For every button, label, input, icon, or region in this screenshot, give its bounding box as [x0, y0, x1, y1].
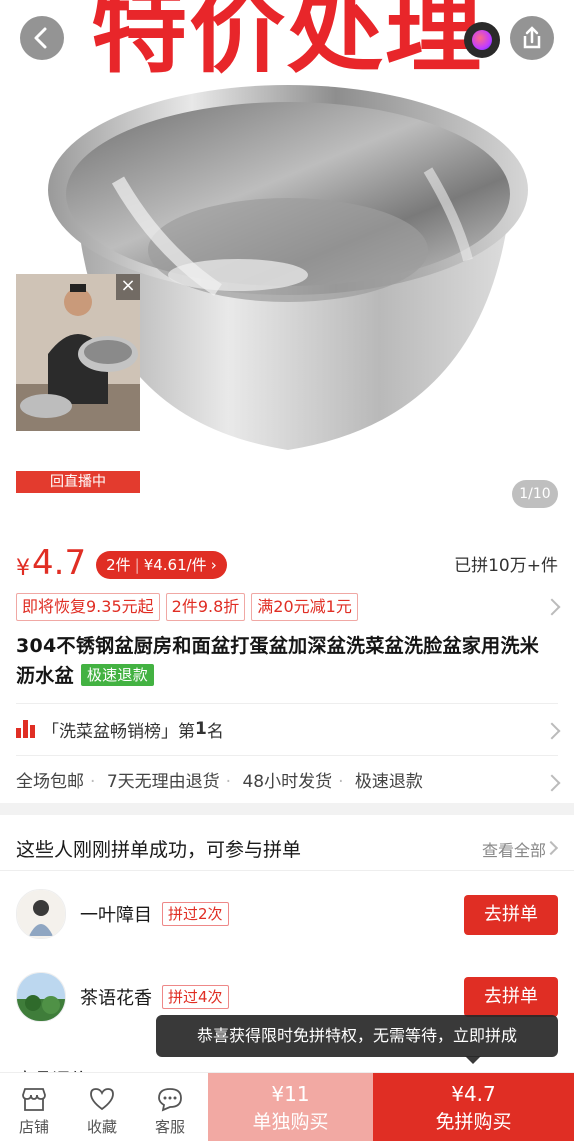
ranking-number: 1	[195, 719, 207, 739]
multi-buy-price: ¥4.61/件	[143, 556, 207, 574]
divider	[16, 755, 558, 756]
avatar	[16, 972, 66, 1022]
buy-alone-button[interactable]: ¥11 单独购买	[208, 1073, 373, 1141]
group-price: ¥4.7	[451, 1082, 496, 1106]
image-counter: 1/10	[512, 480, 558, 508]
chevron-right-icon[interactable]	[543, 840, 559, 856]
view-all-link[interactable]: 查看全部	[482, 837, 546, 861]
live-stream-preview[interactable]: ×	[16, 274, 140, 431]
service-item: 7天无理由退货	[106, 772, 220, 792]
share-icon	[523, 26, 541, 49]
service-guarantees-row[interactable]: 全场包邮 · 7天无理由退货 · 48小时发货 · 极速退款	[16, 767, 423, 792]
chevron-right-icon: ›	[210, 556, 217, 574]
favorite-button[interactable]: 收藏	[68, 1073, 136, 1141]
share-button[interactable]	[510, 16, 554, 60]
join-count-badge: 拼过2次	[162, 902, 229, 926]
close-preview-button[interactable]: ×	[116, 274, 140, 300]
favorite-label: 收藏	[86, 1118, 117, 1136]
store-button[interactable]: 店铺	[0, 1073, 68, 1141]
solo-label: 单独购买	[252, 1111, 329, 1133]
back-button[interactable]	[20, 16, 64, 60]
join-group-button[interactable]: 去拼单	[464, 895, 558, 935]
divider	[16, 703, 558, 704]
join-count-badge: 拼过4次	[162, 985, 229, 1009]
ranking-suffix: 名	[206, 721, 224, 742]
multi-buy-pill[interactable]: 2件 | ¥4.61/件 ›	[96, 551, 227, 579]
product-info-section: ¥ 4.7 2件 | ¥4.61/件 › 已拼10万+件 即将恢复9.35元起 …	[0, 525, 574, 803]
promo-tags[interactable]: 即将恢复9.35元起 2件9.8折 满20元减1元	[16, 593, 358, 621]
group-buy-heading: 这些人刚刚拼单成功，可参与拼单	[16, 839, 302, 861]
join-group-button[interactable]: 去拼单	[464, 977, 558, 1017]
multi-buy-count: 2件	[106, 556, 131, 574]
toast-pointer	[465, 1056, 481, 1064]
live-status-badge: 回直播中	[16, 471, 140, 493]
store-icon	[22, 1088, 46, 1111]
service-item: 全场包邮	[16, 772, 84, 792]
assistant-orb-icon	[472, 30, 492, 50]
chevron-right-icon[interactable]	[543, 774, 561, 792]
customer-service-button[interactable]: 客服	[136, 1073, 204, 1141]
chevron-right-icon[interactable]	[543, 722, 561, 740]
ranking-chart-icon	[16, 720, 36, 738]
chevron-left-icon	[34, 27, 47, 49]
chevron-right-icon[interactable]	[543, 598, 561, 616]
heart-icon	[90, 1088, 114, 1111]
promo-tag: 即将恢复9.35元起	[16, 593, 160, 621]
promo-toast: 恭喜获得限时免拼特权，无需等待，立即拼成	[156, 1015, 558, 1057]
promo-tag: 2件9.8折	[165, 593, 246, 621]
pill-separator: |	[134, 556, 140, 574]
member-name: 茶语花香	[80, 988, 152, 1009]
customer-service-label: 客服	[154, 1118, 185, 1136]
member-name: 一叶障目	[80, 905, 152, 926]
price-row: ¥ 4.7 2件 | ¥4.61/件 ›	[16, 543, 227, 583]
group-member-row: 一叶障目 拼过2次	[16, 886, 229, 942]
group-buy-button[interactable]: ¥4.7 免拼购买	[373, 1073, 574, 1141]
speed-refund-tag: 极速退款	[80, 664, 155, 686]
divider	[0, 870, 574, 871]
ranking-prefix: 「洗菜盆畅销榜」第	[42, 721, 195, 742]
ai-assistant-button[interactable]	[464, 22, 500, 58]
product-title: 304不锈钢盆厨房和面盆打蛋盆加深盆洗菜盆洗脸盆家用洗米沥水盆 极速退款	[16, 631, 556, 691]
store-label: 店铺	[18, 1118, 49, 1136]
group-label: 免拼购买	[435, 1111, 512, 1133]
ranking-row[interactable]: 「洗菜盆畅销榜」第 1 名	[16, 713, 224, 745]
avatar	[16, 889, 66, 939]
currency-symbol: ¥	[16, 556, 30, 581]
solo-price: ¥11	[271, 1082, 310, 1106]
chat-bubble-icon	[158, 1088, 182, 1112]
bottom-action-bar: 店铺 收藏 客服 ¥11 单独购买 ¥4.7 免拼购买	[0, 1072, 574, 1141]
price-value: 4.7	[32, 543, 87, 583]
service-item: 极速退款	[354, 772, 423, 792]
promo-tag: 满20元减1元	[251, 593, 358, 621]
service-item: 48小时发货	[242, 772, 333, 792]
product-image-gallery[interactable]: 特价处理 × 回直播中 1/10	[0, 0, 574, 525]
sold-count: 已拼10万+件	[454, 556, 558, 576]
